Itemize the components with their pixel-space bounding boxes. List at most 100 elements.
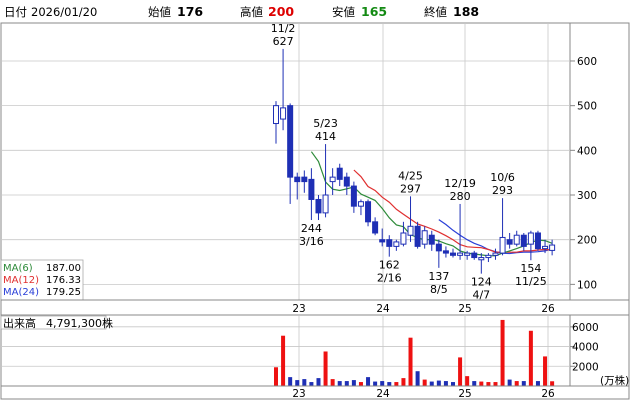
- volume-bar: [295, 380, 300, 386]
- annotation-price: 244: [301, 222, 322, 235]
- candle: [414, 221, 421, 249]
- volume-date-tick-label: 23: [292, 388, 305, 400]
- candle-body: [471, 252, 478, 259]
- candle-body: [343, 176, 350, 187]
- candle-body: [506, 239, 513, 245]
- volume-bar: [486, 382, 491, 386]
- volume-bar: [358, 382, 363, 386]
- date-axis-band: [0, 299, 630, 316]
- candle-body: [414, 225, 421, 247]
- volume-bar: [550, 381, 555, 386]
- volume-bar: [281, 335, 286, 386]
- candle-body: [435, 243, 442, 252]
- volume-bar: [323, 351, 328, 386]
- volume-bar: [288, 377, 293, 386]
- date-tick-label: 25: [458, 303, 471, 315]
- candle-body: [450, 252, 456, 256]
- volume-bar: [274, 367, 278, 386]
- volume-axis-labels: 2000 4000 6000: [570, 322, 599, 373]
- ohlc-header: 日付 2026/01/20 始値 176 高値 200 安値 165 終値 18…: [4, 4, 479, 19]
- annotation-date: 11/25: [515, 275, 547, 288]
- volume-bar: [415, 371, 420, 386]
- volume-bar: [380, 381, 385, 386]
- price-panel: [0, 22, 571, 301]
- candle-body: [301, 176, 308, 183]
- high-value: 200: [268, 4, 294, 19]
- volume-bar: [394, 382, 399, 386]
- volume-bar: [493, 382, 498, 386]
- stock-chart: 日付 2026/01/20 始値 176 高値 200 安値 165 終値 18…: [0, 4, 630, 400]
- candle-body: [308, 178, 315, 200]
- volume-bar: [465, 376, 470, 386]
- annotation-date: 12/19: [444, 177, 476, 190]
- legend-value: 187.00: [46, 263, 81, 274]
- annotation-price: 293: [492, 184, 513, 197]
- candle-body: [315, 198, 322, 214]
- annotation-price: 414: [315, 130, 336, 143]
- volume-bar: [443, 381, 448, 386]
- annotation-price: 154: [520, 262, 541, 275]
- candle: [534, 230, 541, 251]
- volume-bar: [302, 379, 307, 386]
- volume-tick-label: 2000: [572, 361, 599, 373]
- low-value: 165: [361, 4, 387, 19]
- candle-body: [464, 252, 471, 256]
- candle-body: [428, 234, 435, 245]
- low-label: 安値: [332, 5, 355, 19]
- price-tick-label: 400: [577, 145, 597, 157]
- date-tick-label: 23: [292, 303, 305, 315]
- volume-bar: [366, 377, 371, 386]
- volume-date-tick-label: 26: [541, 388, 555, 400]
- legend-label: MA(24): [3, 287, 39, 298]
- price-tick-label: 600: [577, 56, 597, 68]
- volume-bar: [458, 357, 463, 386]
- high-label: 高値: [240, 5, 263, 19]
- candle-body: [294, 176, 301, 183]
- candle-body: [513, 234, 520, 245]
- candle-body: [478, 257, 485, 261]
- volume-unit: (万株): [600, 374, 629, 387]
- candle-body: [372, 221, 379, 234]
- volume-date-axis-band: [0, 385, 630, 400]
- candle-body: [527, 232, 534, 245]
- candle-body: [421, 230, 428, 245]
- candle-body: [280, 107, 287, 120]
- candle-body: [329, 176, 336, 183]
- volume-bar: [479, 381, 484, 386]
- volume-bar: [514, 381, 519, 386]
- open-value: 176: [177, 4, 203, 19]
- date-tick-label: 24: [376, 303, 390, 315]
- volume-bar: [309, 382, 314, 386]
- volume-bar: [387, 382, 392, 386]
- volume-label: 出来高: [3, 316, 36, 330]
- candle-body: [534, 232, 541, 250]
- price-tick-label: 300: [577, 190, 597, 202]
- date-label: 日付: [4, 5, 27, 19]
- volume-date-tick-label: 24: [376, 388, 390, 400]
- volume-value: 4,791,300株: [46, 316, 113, 330]
- candle-body: [407, 225, 414, 236]
- volume-bar: [330, 379, 335, 386]
- volume-bar: [528, 330, 533, 386]
- candle-body: [499, 236, 506, 254]
- volume-bar: [500, 319, 505, 386]
- candle-body: [322, 194, 329, 214]
- close-value: 188: [453, 4, 479, 19]
- legend-label: MA(6): [3, 263, 33, 274]
- candle-body: [457, 252, 464, 256]
- candle-body: [400, 232, 407, 245]
- annotation-date: 10/6: [490, 171, 515, 184]
- legend-value: 179.25: [46, 287, 81, 298]
- candle-body: [273, 105, 279, 125]
- candle-body: [549, 244, 556, 251]
- annotation-price: 162: [379, 259, 400, 272]
- volume-bar: [422, 379, 427, 386]
- annotation-price: 280: [450, 190, 471, 203]
- candle-body: [365, 201, 372, 223]
- candle-body: [336, 167, 343, 180]
- annotation-date: 8/5: [430, 283, 448, 296]
- volume-tick-label: 4000: [572, 342, 599, 354]
- volume-bar: [373, 381, 378, 386]
- volume-bar: [472, 381, 477, 386]
- volume-bar: [451, 382, 455, 386]
